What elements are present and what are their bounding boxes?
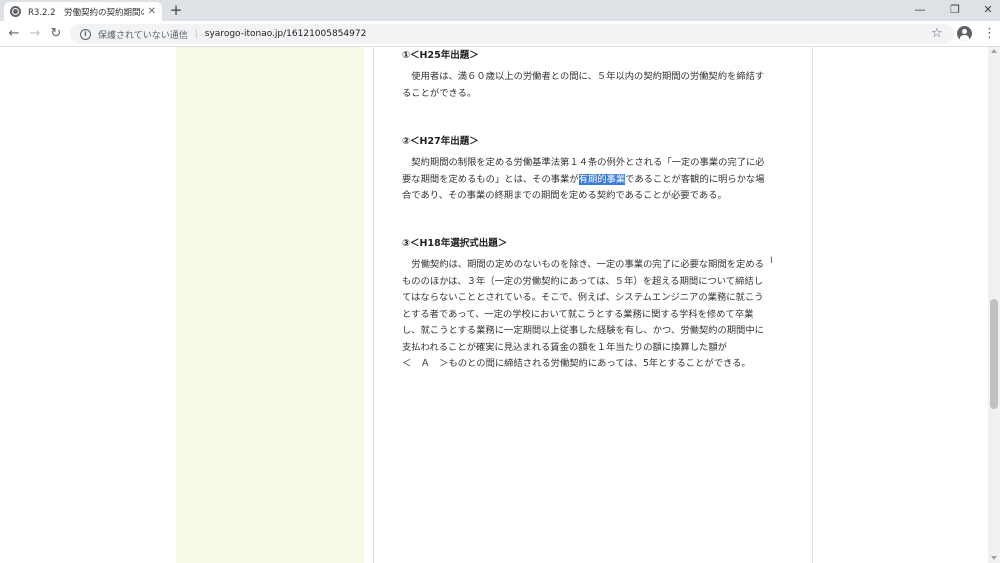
question-2-line: 要な期間を定めるもの」とは、その事業が有期的事業であることが客観的に明らかな場	[402, 172, 788, 189]
browser-toolbar: ← → ↻ i 保護されていない通信 | syarogo-itonao.jp/1…	[0, 21, 1000, 47]
question-3-line: ＜ Ａ ＞ものとの間に締結される労働契約にあっては、5年とすることができる。	[402, 358, 751, 369]
info-warning-icon[interactable]: i	[80, 28, 91, 40]
window-close-icon[interactable]: ✕	[980, 3, 996, 17]
globe-icon	[10, 6, 21, 17]
address-bar[interactable]: i 保護されていない通信 | syarogo-itonao.jp/1612100…	[70, 24, 954, 44]
close-icon[interactable]: ✕	[148, 6, 156, 17]
restore-icon[interactable]: ❐	[947, 3, 963, 17]
back-arrow-icon[interactable]: ←	[6, 26, 22, 42]
omnibox-separator: |	[194, 29, 198, 39]
scrollbar-thumb[interactable]	[990, 299, 998, 409]
question-3-line: 支払われることが確実に見込まれる賃金の額を１年当たりの額に換算した額が	[402, 341, 727, 353]
browser-tab[interactable]: R3.2.2 労働契約の契約期間の上限 ✕	[4, 2, 162, 21]
content-border-left	[373, 47, 374, 563]
question-3-line: とする者であって、一定の学校において就こうとする業務に関する学科を修めて卒業	[402, 308, 754, 320]
selected-text-highlight[interactable]: 有期的事業	[578, 173, 626, 185]
profile-icon[interactable]	[957, 26, 972, 41]
text-cursor-icon: I	[770, 256, 773, 266]
question-1-line: 使用者は、満６０歳以上の労働者との間に、５年以内の契約期間の労働契約を締結す	[402, 71, 765, 82]
question-2-line: 契約期間の制限を定める労働基準法第１４条の例外とされる「一定の事業の完了に必	[402, 157, 765, 168]
left-sidebar-column	[176, 47, 364, 563]
scroll-down-arrow-icon[interactable]	[991, 556, 997, 560]
question-1-heading: ①＜H25年出題＞	[402, 50, 479, 61]
question-1-line: ることができる。	[402, 87, 477, 99]
question-2-body: 契約期間の制限を定める労働基準法第１４条の例外とされる「一定の事業の完了に必 要…	[402, 155, 788, 205]
url-text[interactable]: syarogo-itonao.jp/16121005854972	[205, 29, 367, 39]
question-1-body: 使用者は、満６０歳以上の労働者との間に、５年以内の契約期間の労働契約を締結す る…	[402, 69, 788, 102]
tab-title: R3.2.2 労働契約の契約期間の上限	[28, 7, 144, 18]
star-icon[interactable]: ☆	[931, 26, 943, 42]
kebab-menu-icon[interactable]: ⋮	[983, 26, 996, 42]
question-3-line: し、就こうとする業務に一定期間以上従事した経験を有し、かつ、労働契約の期間中に	[402, 325, 764, 336]
security-label: 保護されていない通信	[98, 30, 188, 41]
question-2-line: 合であり、その事業の終期までの期間を定める契約であることが必要である。	[402, 190, 727, 201]
question-3-body: 労働契約は、期間の定めのないものを除き、一定の事業の完了に必要な期間を定める も…	[402, 257, 788, 373]
question-3-line: 労働契約は、期間の定めのないものを除き、一定の事業の完了に必要な期間を定める	[402, 259, 764, 270]
scroll-up-arrow-icon[interactable]	[991, 49, 997, 53]
reload-icon[interactable]: ↻	[48, 26, 64, 42]
question-3-line: てはならないこととされている。そこで、例えば、システムエンジニアの業務に就こう	[402, 292, 764, 303]
forward-arrow-icon[interactable]: →	[27, 26, 43, 42]
question-2-text-after: であることが客観的に明らかな場	[625, 173, 765, 185]
question-2-heading: ②＜H27年出題＞	[402, 136, 479, 147]
question-2-text-before: 要な期間を定めるもの」とは、その事業が	[402, 173, 579, 185]
page-viewport: ①＜H25年出題＞ 使用者は、満６０歳以上の労働者との間に、５年以内の契約期間の…	[0, 47, 988, 563]
new-tab-button[interactable]: +	[168, 2, 184, 18]
minimize-icon[interactable]: —	[912, 3, 928, 17]
tab-strip: R3.2.2 労働契約の契約期間の上限 ✕ + — ❐ ✕	[0, 0, 1000, 21]
question-3-line: もののほかは、３年（一定の労働契約にあっては、５年）を超える期間について締結し	[402, 275, 763, 287]
content-border-right	[812, 47, 813, 563]
question-3-heading: ③＜H18年選択式出題＞	[402, 238, 508, 249]
page-scrollbar[interactable]	[988, 47, 1000, 563]
